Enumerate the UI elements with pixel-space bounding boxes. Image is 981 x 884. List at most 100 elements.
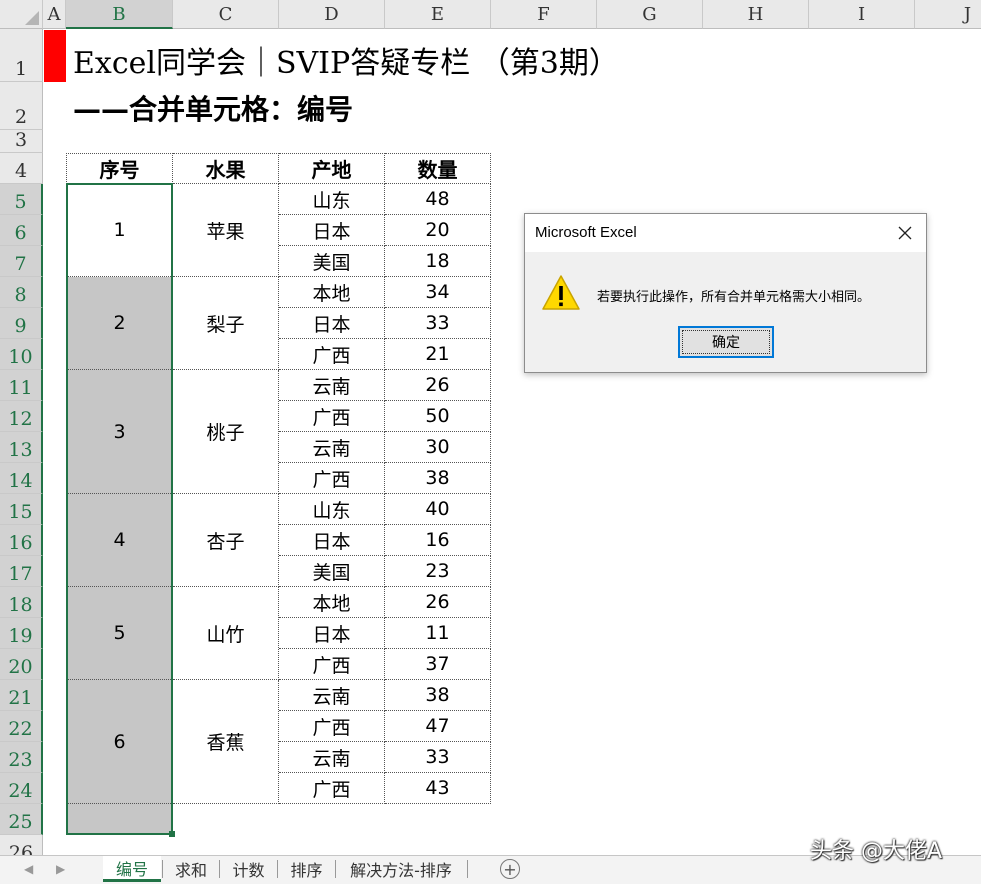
row-header-22[interactable]: 22 — [0, 711, 43, 742]
row-header-14[interactable]: 14 — [0, 463, 43, 494]
index-cell[interactable]: 3 — [66, 370, 173, 494]
origin-cell[interactable]: 广西 — [279, 773, 385, 804]
qty-cell[interactable]: 20 — [385, 215, 491, 246]
index-cell[interactable]: 2 — [66, 277, 173, 370]
ok-button[interactable]: 确定 — [678, 326, 774, 358]
qty-cell[interactable]: 26 — [385, 370, 491, 401]
row-header-20[interactable]: 20 — [0, 649, 43, 680]
row-header-15[interactable]: 15 — [0, 494, 43, 525]
row-header-2[interactable]: 2 — [0, 82, 43, 130]
row-header-3[interactable]: 3 — [0, 129, 43, 153]
row-header-18[interactable]: 18 — [0, 587, 43, 618]
qty-cell[interactable]: 33 — [385, 742, 491, 773]
origin-cell[interactable]: 广西 — [279, 401, 385, 432]
sheet-tab-1[interactable]: 编号 — [103, 856, 161, 882]
index-cell[interactable]: 5 — [66, 587, 173, 680]
origin-cell[interactable]: 云南 — [279, 432, 385, 463]
index-cell[interactable]: 4 — [66, 494, 173, 587]
column-header-i[interactable]: I — [809, 0, 915, 29]
qty-cell[interactable]: 43 — [385, 773, 491, 804]
qty-cell[interactable]: 50 — [385, 401, 491, 432]
fruit-cell[interactable]: 苹果 — [173, 184, 279, 277]
fruit-cell[interactable]: 山竹 — [173, 587, 279, 680]
column-header-a[interactable]: A — [43, 0, 66, 29]
origin-cell[interactable]: 日本 — [279, 215, 385, 246]
fruit-cell[interactable]: 梨子 — [173, 277, 279, 370]
column-header-c[interactable]: C — [173, 0, 279, 29]
origin-cell[interactable]: 山东 — [279, 494, 385, 525]
origin-cell[interactable]: 广西 — [279, 649, 385, 680]
sheet-tab-4[interactable]: 排序 — [278, 856, 335, 882]
row-header-25[interactable]: 25 — [0, 804, 43, 835]
qty-cell[interactable]: 26 — [385, 587, 491, 618]
row-header-12[interactable]: 12 — [0, 401, 43, 432]
row-header-1[interactable]: 1 — [0, 29, 43, 82]
origin-cell[interactable]: 云南 — [279, 370, 385, 401]
index-cell[interactable]: 1 — [66, 184, 173, 277]
column-header-d[interactable]: D — [279, 0, 385, 29]
row-header-5[interactable]: 5 — [0, 184, 43, 215]
row-header-13[interactable]: 13 — [0, 432, 43, 463]
qty-cell[interactable]: 11 — [385, 618, 491, 649]
fill-handle[interactable] — [169, 831, 175, 837]
origin-cell[interactable]: 本地 — [279, 587, 385, 618]
qty-cell[interactable]: 38 — [385, 463, 491, 494]
qty-cell[interactable]: 47 — [385, 711, 491, 742]
close-button[interactable] — [890, 220, 920, 246]
column-header-h[interactable]: H — [703, 0, 809, 29]
origin-cell[interactable]: 日本 — [279, 618, 385, 649]
row-header-4[interactable]: 4 — [0, 153, 43, 184]
sheet-tab-3[interactable]: 计数 — [220, 856, 277, 882]
origin-cell[interactable]: 日本 — [279, 525, 385, 556]
column-header-j[interactable]: J — [915, 0, 981, 29]
header-origin[interactable]: 产地 — [279, 153, 385, 184]
origin-cell[interactable]: 云南 — [279, 680, 385, 711]
sheet-tab-2[interactable]: 求和 — [163, 856, 219, 882]
column-header-b[interactable]: B — [66, 0, 173, 29]
fruit-cell[interactable]: 香蕉 — [173, 680, 279, 804]
row-header-24[interactable]: 24 — [0, 773, 43, 804]
qty-cell[interactable]: 23 — [385, 556, 491, 587]
index-cell[interactable]: 6 — [66, 680, 173, 804]
qty-cell[interactable]: 40 — [385, 494, 491, 525]
row-header-23[interactable]: 23 — [0, 742, 43, 773]
qty-cell[interactable]: 18 — [385, 246, 491, 277]
origin-cell[interactable]: 美国 — [279, 246, 385, 277]
qty-cell[interactable]: 48 — [385, 184, 491, 215]
row-header-10[interactable]: 10 — [0, 339, 43, 370]
add-sheet-button[interactable]: + — [500, 859, 520, 879]
qty-cell[interactable]: 38 — [385, 680, 491, 711]
sheet-tab-5[interactable]: 解决方法-排序 — [336, 856, 466, 882]
header-qty[interactable]: 数量 — [385, 153, 491, 184]
origin-cell[interactable]: 广西 — [279, 711, 385, 742]
empty-selected-cell[interactable] — [66, 804, 173, 835]
qty-cell[interactable]: 21 — [385, 339, 491, 370]
fruit-cell[interactable]: 桃子 — [173, 370, 279, 494]
scroll-right-icon[interactable]: ▶ — [56, 862, 65, 876]
dialog-titlebar[interactable]: Microsoft Excel — [525, 214, 926, 252]
column-header-f[interactable]: F — [491, 0, 597, 29]
origin-cell[interactable]: 日本 — [279, 308, 385, 339]
row-header-6[interactable]: 6 — [0, 215, 43, 246]
header-index[interactable]: 序号 — [66, 153, 173, 184]
row-header-17[interactable]: 17 — [0, 556, 43, 587]
qty-cell[interactable]: 33 — [385, 308, 491, 339]
qty-cell[interactable]: 34 — [385, 277, 491, 308]
row-header-8[interactable]: 8 — [0, 277, 43, 308]
column-header-e[interactable]: E — [385, 0, 491, 29]
worksheet[interactable]: ABCDEFGHIJ 1 2 3 4 5 6 7 8 9 10 11 12 13 14 15 16 17 18 19… — [0, 0, 981, 855]
header-fruit[interactable]: 水果 — [173, 153, 279, 184]
origin-cell[interactable]: 本地 — [279, 277, 385, 308]
row-header-21[interactable]: 21 — [0, 680, 43, 711]
row-header-9[interactable]: 9 — [0, 308, 43, 339]
row-header-7[interactable]: 7 — [0, 246, 43, 277]
origin-cell[interactable]: 广西 — [279, 339, 385, 370]
qty-cell[interactable]: 16 — [385, 525, 491, 556]
qty-cell[interactable]: 37 — [385, 649, 491, 680]
row-header-16[interactable]: 16 — [0, 525, 43, 556]
fruit-cell[interactable]: 杏子 — [173, 494, 279, 587]
row-header-11[interactable]: 11 — [0, 370, 43, 401]
origin-cell[interactable]: 山东 — [279, 184, 385, 215]
column-header-g[interactable]: G — [597, 0, 703, 29]
origin-cell[interactable]: 云南 — [279, 742, 385, 773]
